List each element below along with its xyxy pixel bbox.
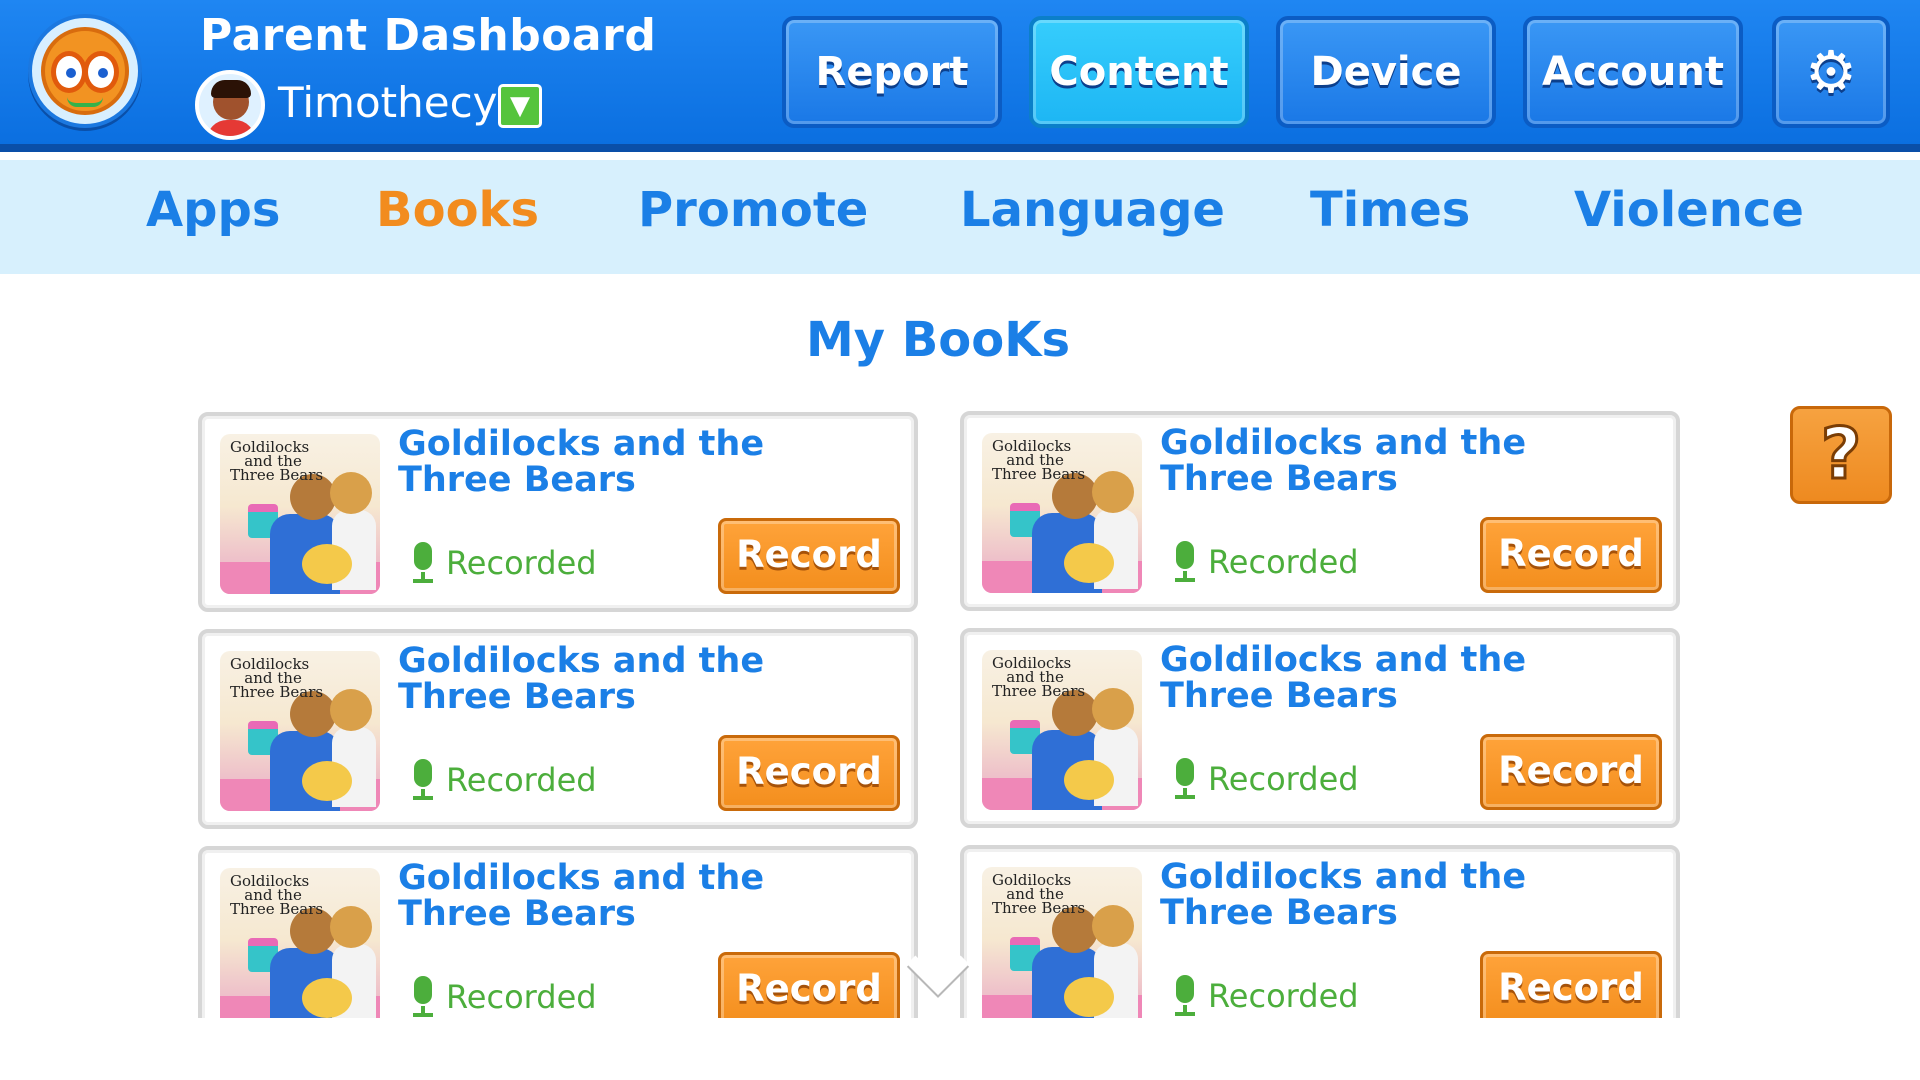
book-card: Goldilocks and the Three Bears Goldilock…	[198, 846, 918, 1018]
book-cover-image: Goldilocks and the Three Bears	[982, 650, 1142, 810]
gear-icon[interactable]: ⚙	[1772, 16, 1890, 128]
book-cover-image: Goldilocks and the Three Bears	[982, 433, 1142, 593]
user-name[interactable]: Timothecy	[278, 78, 498, 127]
dropdown-arrow-icon[interactable]: ▼	[498, 84, 542, 128]
report-button[interactable]: Report	[782, 16, 1002, 128]
section-title: My BooKs	[805, 312, 1071, 368]
page-title: Parent Dashboard	[200, 10, 657, 61]
tab-apps[interactable]: Apps	[146, 182, 280, 238]
microphone-icon	[410, 542, 436, 586]
book-card: Goldilocks and the Three Bears Goldilock…	[960, 628, 1680, 828]
book-cover-image: Goldilocks and the Three Bears	[220, 434, 380, 594]
microphone-icon	[1172, 975, 1198, 1018]
record-button[interactable]: Record	[1480, 517, 1662, 593]
book-title: Goldilocks and the Three Bears	[398, 858, 765, 934]
app-logo-icon	[28, 14, 142, 128]
tab-violence[interactable]: Violence	[1574, 182, 1804, 238]
book-title: Goldilocks and the Three Bears	[398, 424, 765, 500]
record-button[interactable]: Record	[718, 952, 900, 1018]
book-card: Goldilocks and the Three Bears Goldilock…	[198, 412, 918, 612]
user-avatar-icon[interactable]	[195, 70, 265, 140]
record-button[interactable]: Record	[1480, 734, 1662, 810]
book-card: Goldilocks and the Three Bears Goldilock…	[960, 411, 1680, 611]
tab-promote[interactable]: Promote	[638, 182, 868, 238]
microphone-icon	[410, 976, 436, 1018]
microphone-icon	[410, 759, 436, 803]
book-list[interactable]: Goldilocks and the Three Bears Goldilock…	[0, 400, 1920, 1018]
chevron-down-icon[interactable]	[902, 932, 974, 1008]
book-title: Goldilocks and the Three Bears	[1160, 423, 1527, 499]
record-button[interactable]: Record	[1480, 951, 1662, 1018]
top-header: Parent Dashboard Timothecy ▼ Report Cont…	[0, 0, 1920, 152]
book-card: Goldilocks and the Three Bears Goldilock…	[960, 845, 1680, 1018]
account-button[interactable]: Account	[1523, 16, 1743, 128]
record-button[interactable]: Record	[718, 735, 900, 811]
record-button[interactable]: Record	[718, 518, 900, 594]
microphone-icon	[1172, 541, 1198, 585]
tab-language[interactable]: Language	[960, 182, 1225, 238]
book-card: Goldilocks and the Three Bears Goldilock…	[198, 629, 918, 829]
help-icon[interactable]: ?	[1790, 406, 1892, 504]
microphone-icon	[1172, 758, 1198, 802]
tab-books[interactable]: Books	[376, 182, 539, 238]
book-cover-image: Goldilocks and the Three Bears	[220, 868, 380, 1018]
book-cover-image: Goldilocks and the Three Bears	[220, 651, 380, 811]
content-tabs: Apps Books Promote Language Times Violen…	[0, 160, 1920, 274]
book-title: Goldilocks and the Three Bears	[1160, 857, 1527, 933]
device-button[interactable]: Device	[1276, 16, 1496, 128]
content-button[interactable]: Content	[1029, 16, 1249, 128]
book-title: Goldilocks and the Three Bears	[1160, 640, 1527, 716]
tab-times[interactable]: Times	[1310, 182, 1470, 238]
book-title: Goldilocks and the Three Bears	[398, 641, 765, 717]
book-cover-image: Goldilocks and the Three Bears	[982, 867, 1142, 1018]
